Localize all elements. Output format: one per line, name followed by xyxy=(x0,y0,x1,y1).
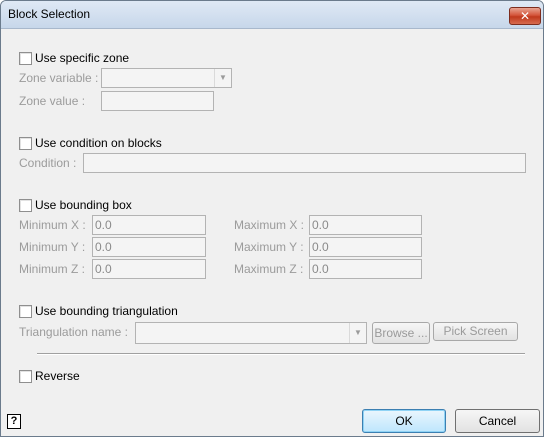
maximum-y-label: Maximum Y : xyxy=(234,240,304,254)
reverse-label: Reverse xyxy=(35,369,80,383)
maximum-z-input[interactable]: 0.0 xyxy=(309,259,422,279)
minimum-x-input[interactable]: 0.0 xyxy=(92,215,206,235)
ok-button[interactable]: OK xyxy=(362,409,446,433)
cancel-button[interactable]: Cancel xyxy=(455,409,540,433)
zone-variable-combobox[interactable]: ▼ xyxy=(101,68,232,88)
use-bounding-box-label: Use bounding box xyxy=(35,198,132,212)
minimum-z-input[interactable]: 0.0 xyxy=(92,259,206,279)
minimum-y-input[interactable]: 0.0 xyxy=(92,237,206,257)
minimum-y-label: Minimum Y : xyxy=(19,240,86,254)
use-bounding-triangulation-label: Use bounding triangulation xyxy=(35,304,178,318)
title-bar: Block Selection ✕ xyxy=(1,1,543,29)
pick-screen-button[interactable]: Pick Screen xyxy=(433,322,518,341)
use-bounding-box-checkbox[interactable] xyxy=(19,199,32,212)
minimum-x-label: Minimum X : xyxy=(19,218,86,232)
maximum-z-label: Maximum Z : xyxy=(234,262,304,276)
use-condition-label: Use condition on blocks xyxy=(35,136,162,150)
block-selection-dialog: Block Selection ✕ Use specific zone Zone… xyxy=(0,0,544,437)
use-condition-checkbox[interactable] xyxy=(19,137,32,150)
help-icon[interactable]: ? xyxy=(7,414,21,429)
triangulation-name-label: Triangulation name : xyxy=(19,325,128,339)
maximum-x-label: Maximum X : xyxy=(234,218,305,232)
zone-value-input[interactable] xyxy=(101,91,214,111)
dialog-title: Block Selection xyxy=(8,7,91,21)
chevron-down-icon[interactable]: ▼ xyxy=(214,69,231,87)
minimum-z-label: Minimum Z : xyxy=(19,262,85,276)
condition-label: Condition : xyxy=(19,156,77,170)
separator xyxy=(37,353,525,355)
use-specific-zone-checkbox[interactable] xyxy=(19,52,32,65)
chevron-down-icon[interactable]: ▼ xyxy=(349,323,366,343)
zone-variable-label: Zone variable : xyxy=(19,71,99,85)
zone-value-label: Zone value : xyxy=(19,94,86,108)
maximum-y-input[interactable]: 0.0 xyxy=(309,237,422,257)
maximum-x-input[interactable]: 0.0 xyxy=(309,215,422,235)
reverse-checkbox[interactable] xyxy=(19,370,32,383)
triangulation-name-combobox[interactable]: ▼ xyxy=(135,322,367,344)
browse-button[interactable]: Browse ... xyxy=(372,322,430,344)
close-button[interactable]: ✕ xyxy=(509,7,541,25)
use-specific-zone-label: Use specific zone xyxy=(35,51,130,65)
condition-input[interactable] xyxy=(83,153,526,173)
use-bounding-triangulation-checkbox[interactable] xyxy=(19,305,32,318)
